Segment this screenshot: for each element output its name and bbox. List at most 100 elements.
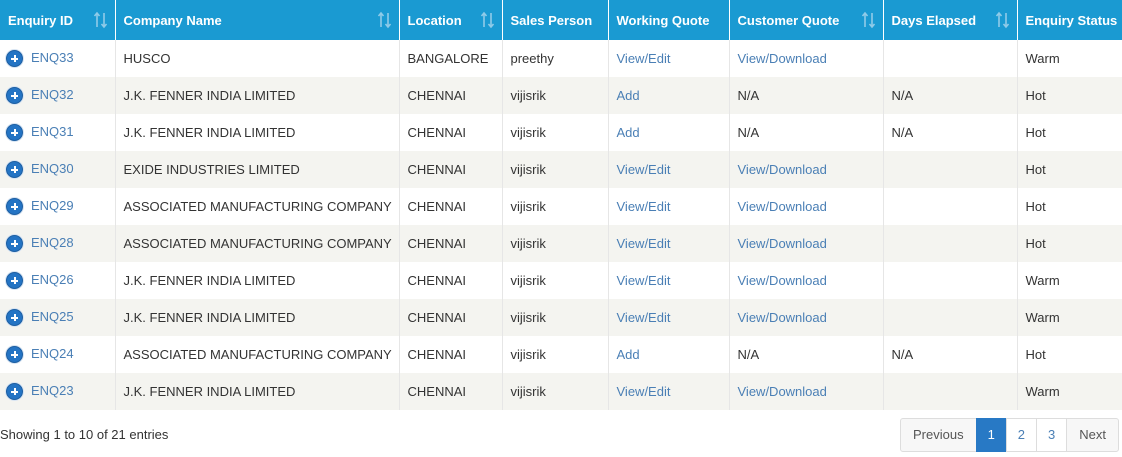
working-quote-link[interactable]: Add bbox=[617, 125, 640, 140]
column-header-days-elapsed[interactable]: Days Elapsed bbox=[883, 0, 1018, 40]
column-header-company-name[interactable]: Company Name bbox=[115, 0, 400, 40]
cell-company-name: J.K. FENNER INDIA LIMITED bbox=[115, 373, 400, 410]
cell-enquiry-status: Warm bbox=[1017, 262, 1122, 299]
column-header-label: Days Elapsed bbox=[891, 12, 977, 28]
expand-row-icon[interactable] bbox=[6, 272, 23, 290]
working-quote-link[interactable]: View/Edit bbox=[617, 310, 671, 325]
enquiry-id-link[interactable]: ENQ32 bbox=[31, 87, 74, 102]
expand-row-icon[interactable] bbox=[6, 50, 23, 68]
customer-quote-link[interactable]: View/Download bbox=[738, 310, 827, 325]
sales-person-text: preethy bbox=[510, 51, 554, 66]
expand-row-icon[interactable] bbox=[6, 87, 23, 105]
column-header-customer-quote[interactable]: Customer Quote bbox=[729, 0, 884, 40]
cell-sales-person: vijisrik bbox=[502, 262, 609, 299]
cell-days-elapsed bbox=[883, 373, 1018, 410]
cell-customer-quote: View/Download bbox=[729, 40, 884, 77]
cell-location: CHENNAI bbox=[399, 188, 503, 225]
enquiry-id-link[interactable]: ENQ30 bbox=[31, 161, 74, 176]
cell-enquiry-status: Warm bbox=[1017, 40, 1122, 77]
working-quote-link[interactable]: View/Edit bbox=[617, 236, 671, 251]
sales-person-text: vijisrik bbox=[510, 236, 546, 251]
sort-icon[interactable] bbox=[995, 11, 1011, 29]
column-header-label: Customer Quote bbox=[737, 12, 840, 28]
expand-row-icon[interactable] bbox=[6, 124, 23, 142]
enquiry-id-link[interactable]: ENQ23 bbox=[31, 383, 74, 398]
previous-button[interactable]: Previous bbox=[899, 418, 977, 452]
cell-sales-person: vijisrik bbox=[502, 188, 609, 225]
page-1-button[interactable]: 1 bbox=[975, 418, 1007, 452]
company-name-text: J.K. FENNER INDIA LIMITED bbox=[123, 88, 296, 103]
expand-row-icon[interactable] bbox=[6, 161, 23, 179]
expand-row-icon[interactable] bbox=[6, 309, 23, 327]
cell-working-quote: Add bbox=[608, 114, 730, 151]
cell-company-name: J.K. FENNER INDIA LIMITED bbox=[115, 77, 400, 114]
sort-icon[interactable] bbox=[861, 11, 877, 29]
working-quote-link[interactable]: View/Edit bbox=[617, 51, 671, 66]
cell-enquiry-id: ENQ31 bbox=[0, 114, 116, 151]
expand-row-icon[interactable] bbox=[6, 383, 23, 401]
cell-location: CHENNAI bbox=[399, 77, 503, 114]
company-name-text: J.K. FENNER INDIA LIMITED bbox=[123, 384, 296, 399]
cell-location: CHENNAI bbox=[399, 225, 503, 262]
enquiry-id-link[interactable]: ENQ25 bbox=[31, 309, 74, 324]
customer-quote-text: N/A bbox=[737, 88, 760, 103]
sort-icon[interactable] bbox=[377, 11, 393, 29]
sort-icon[interactable] bbox=[93, 11, 109, 29]
working-quote-link[interactable]: Add bbox=[617, 347, 640, 362]
customer-quote-link[interactable]: View/Download bbox=[738, 384, 827, 399]
column-header-enquiry-id[interactable]: Enquiry ID bbox=[0, 0, 116, 40]
cell-company-name: J.K. FENNER INDIA LIMITED bbox=[115, 262, 400, 299]
expand-row-icon[interactable] bbox=[6, 198, 23, 216]
cell-days-elapsed: N/A bbox=[883, 336, 1018, 373]
customer-quote-link[interactable]: View/Download bbox=[738, 273, 827, 288]
enquiry-id-link[interactable]: ENQ33 bbox=[31, 50, 74, 65]
expand-row-icon[interactable] bbox=[6, 235, 23, 253]
cell-working-quote: View/Edit bbox=[608, 373, 730, 410]
page-3-button[interactable]: 3 bbox=[1036, 418, 1068, 452]
enquiry-status-text: Hot bbox=[1025, 236, 1046, 251]
cell-company-name: J.K. FENNER INDIA LIMITED bbox=[115, 114, 400, 151]
cell-sales-person: vijisrik bbox=[502, 151, 609, 188]
cell-working-quote: View/Edit bbox=[608, 299, 730, 336]
expand-row-icon[interactable] bbox=[6, 346, 23, 364]
working-quote-link[interactable]: View/Edit bbox=[617, 273, 671, 288]
working-quote-link[interactable]: View/Edit bbox=[617, 199, 671, 214]
enquiry-table: Enquiry ID Company Name Location Sales Pers… bbox=[0, 0, 1122, 410]
cell-days-elapsed bbox=[883, 151, 1018, 188]
column-header-label: Location bbox=[407, 12, 462, 28]
enquiry-status-text: Warm bbox=[1025, 384, 1060, 399]
working-quote-link[interactable]: Add bbox=[617, 88, 640, 103]
cell-enquiry-status: Hot bbox=[1017, 188, 1122, 225]
cell-days-elapsed bbox=[883, 40, 1018, 77]
working-quote-link[interactable]: View/Edit bbox=[617, 384, 671, 399]
sales-person-text: vijisrik bbox=[510, 162, 546, 177]
cell-enquiry-status: Hot bbox=[1017, 225, 1122, 262]
sales-person-text: vijisrik bbox=[510, 88, 546, 103]
customer-quote-link[interactable]: View/Download bbox=[738, 162, 827, 177]
working-quote-link[interactable]: View/Edit bbox=[617, 162, 671, 177]
enquiry-id-link[interactable]: ENQ31 bbox=[31, 124, 74, 139]
column-header-label: Working Quote bbox=[616, 12, 710, 28]
cell-enquiry-id: ENQ33 bbox=[0, 40, 116, 77]
cell-customer-quote: View/Download bbox=[729, 373, 884, 410]
cell-sales-person: vijisrik bbox=[502, 299, 609, 336]
enquiry-id-link[interactable]: ENQ26 bbox=[31, 272, 74, 287]
entries-info: Showing 1 to 10 of 21 entries bbox=[0, 427, 169, 442]
enquiry-id-link[interactable]: ENQ24 bbox=[31, 346, 74, 361]
cell-enquiry-status: Warm bbox=[1017, 373, 1122, 410]
sort-icon[interactable] bbox=[480, 11, 496, 29]
page-2-button[interactable]: 2 bbox=[1005, 418, 1038, 452]
customer-quote-link[interactable]: View/Download bbox=[738, 199, 827, 214]
column-header-location[interactable]: Location bbox=[399, 0, 503, 40]
next-button[interactable]: Next bbox=[1066, 418, 1119, 452]
cell-enquiry-status: Warm bbox=[1017, 299, 1122, 336]
table-body: ENQ33 HUSCO BANGALORE preethy View/Edit View/… bbox=[0, 40, 1122, 410]
cell-customer-quote: View/Download bbox=[729, 225, 884, 262]
enquiry-id-link[interactable]: ENQ28 bbox=[31, 235, 74, 250]
customer-quote-link[interactable]: View/Download bbox=[738, 51, 827, 66]
cell-working-quote: View/Edit bbox=[608, 151, 730, 188]
enquiry-id-link[interactable]: ENQ29 bbox=[31, 198, 74, 213]
sales-person-text: vijisrik bbox=[510, 347, 546, 362]
location-text: BANGALORE bbox=[407, 51, 489, 66]
customer-quote-link[interactable]: View/Download bbox=[738, 236, 827, 251]
